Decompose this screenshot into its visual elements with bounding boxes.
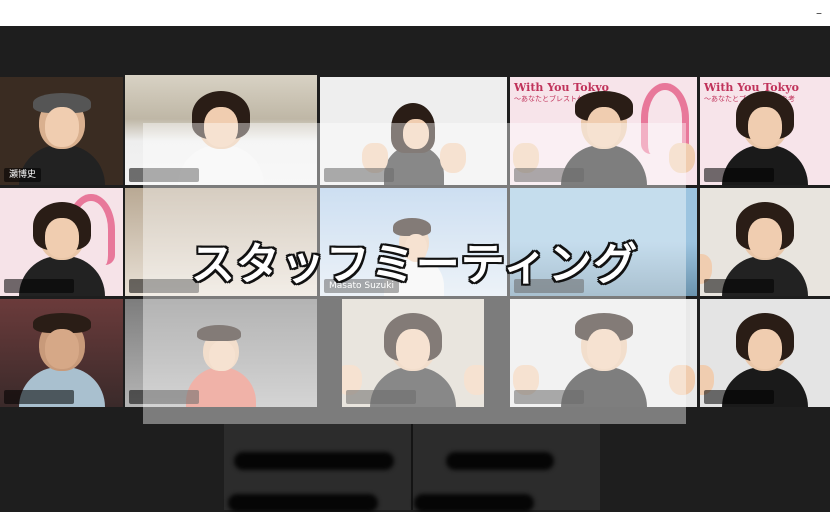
bottom-video-panel bbox=[224, 424, 600, 512]
overlay-title: スタッフミーティング bbox=[190, 239, 639, 290]
participant-name bbox=[704, 168, 774, 182]
participant-name bbox=[704, 390, 774, 404]
video-tile[interactable] bbox=[0, 188, 123, 296]
redacted-name bbox=[228, 494, 378, 512]
video-tile[interactable] bbox=[700, 299, 830, 407]
participant-name bbox=[4, 279, 74, 293]
minimize-button[interactable]: – bbox=[816, 7, 822, 19]
video-tile[interactable]: 瀬博史 bbox=[0, 77, 123, 185]
video-tile[interactable] bbox=[700, 188, 830, 296]
window-titlebar: – bbox=[0, 0, 830, 26]
redacted-name bbox=[414, 494, 534, 512]
redacted-name bbox=[234, 452, 394, 470]
redacted-name bbox=[446, 452, 554, 470]
video-tile[interactable] bbox=[0, 299, 123, 407]
participant-name bbox=[4, 390, 74, 404]
divider bbox=[411, 424, 413, 510]
participant-name: 瀬博史 bbox=[4, 168, 42, 182]
video-tile[interactable]: With You Tokyo～あなたとブレストケアを考 bbox=[700, 77, 830, 185]
participant-name bbox=[704, 279, 774, 293]
